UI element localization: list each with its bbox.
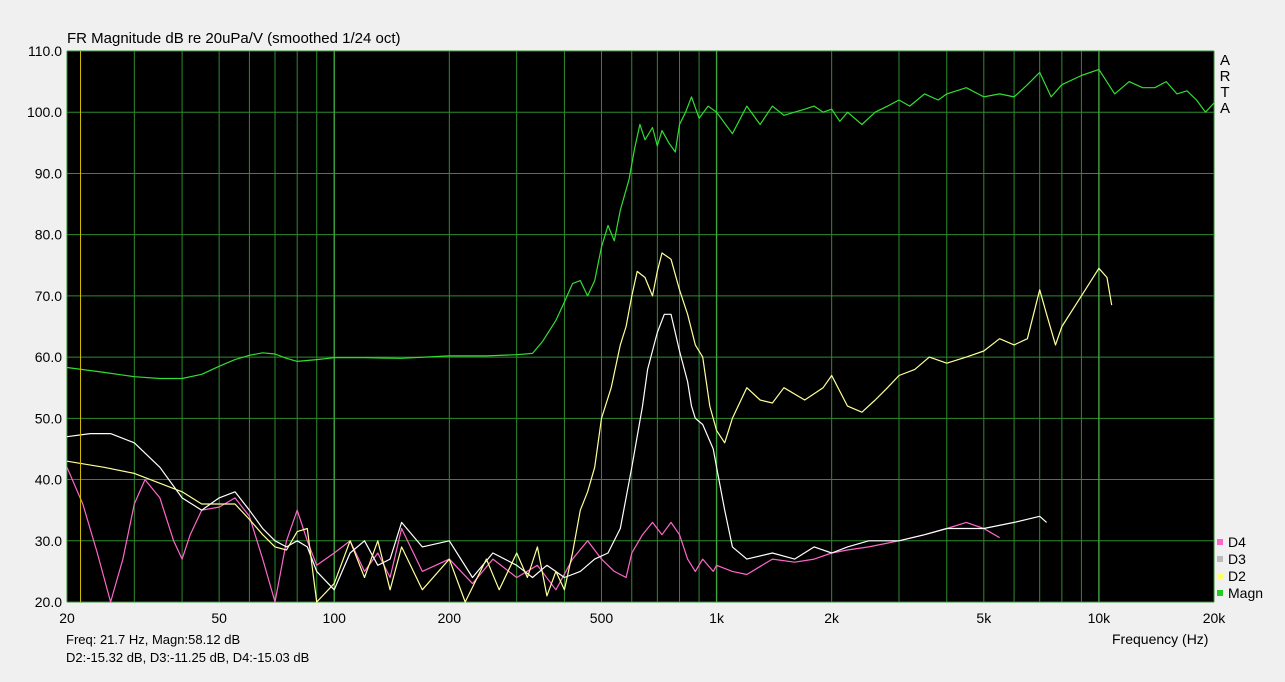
y-tick-label: 90.0 [35,165,62,181]
cursor-readout-freq: Freq: 21.7 Hz, Magn:58.12 dB [66,632,241,647]
legend-label-d3: D3 [1228,550,1246,567]
x-tick-label: 200 [438,610,462,626]
y-tick-label: 110.0 [28,43,62,59]
y-axis-ticks: 110.0 100.0 90.0 80.0 70.0 60.0 50.0 40.0 30.0 20… [27,43,62,610]
y-tick-label: 80.0 [35,227,62,243]
x-tick-label: 100 [323,610,347,626]
x-tick-label: 50 [211,610,227,626]
x-tick-label: 10k [1088,610,1112,626]
x-axis-label: Frequency (Hz) [1112,631,1209,647]
legend-swatch-d4 [1217,538,1223,545]
plot-area[interactable] [67,51,1214,602]
y-tick-label: 100.0 [27,104,62,120]
x-tick-label: 1k [709,610,725,626]
legend-swatch-magn [1217,589,1223,596]
y-tick-label: 40.0 [35,472,62,488]
x-axis-ticks: 20 50 100 200 500 1k 2k 5k 10k 20k [59,610,1226,626]
legend-swatch-d2 [1217,572,1223,579]
legend-label-d4: D4 [1228,533,1246,550]
brand-letter: A [1219,52,1230,69]
y-tick-label: 20.0 [35,594,62,610]
legend: D4 D3 D2 Magn [1217,533,1263,601]
y-tick-label: 60.0 [35,349,62,365]
legend-label-d2: D2 [1228,567,1246,584]
y-tick-label: 70.0 [35,288,62,304]
x-tick-label: 20k [1203,610,1227,626]
y-tick-label: 50.0 [35,410,62,426]
x-tick-label: 20 [59,610,75,626]
legend-item-d2[interactable]: D2 [1217,567,1263,584]
legend-item-d3[interactable]: D3 [1217,550,1263,567]
cursor-readout-distortion: D2:-15.32 dB, D3:-11.25 dB, D4:-15.03 dB [66,650,310,665]
x-tick-label: 5k [976,610,992,626]
x-tick-label: 500 [590,610,614,626]
brand-letter: T [1220,84,1230,101]
brand-letter: A [1219,100,1230,117]
frequency-response-plot[interactable]: 110.0 100.0 90.0 80.0 70.0 60.0 50.0 40.0 30.0 20… [0,0,1285,682]
legend-item-magn[interactable]: Magn [1217,584,1263,601]
y-tick-label: 30.0 [35,533,62,549]
legend-label-magn: Magn [1228,584,1264,601]
brand-letter: R [1219,68,1231,85]
legend-swatch-d3 [1217,555,1223,562]
arta-brand: A R T A [1218,53,1232,117]
legend-item-d4[interactable]: D4 [1217,533,1263,550]
x-tick-label: 2k [824,610,840,626]
